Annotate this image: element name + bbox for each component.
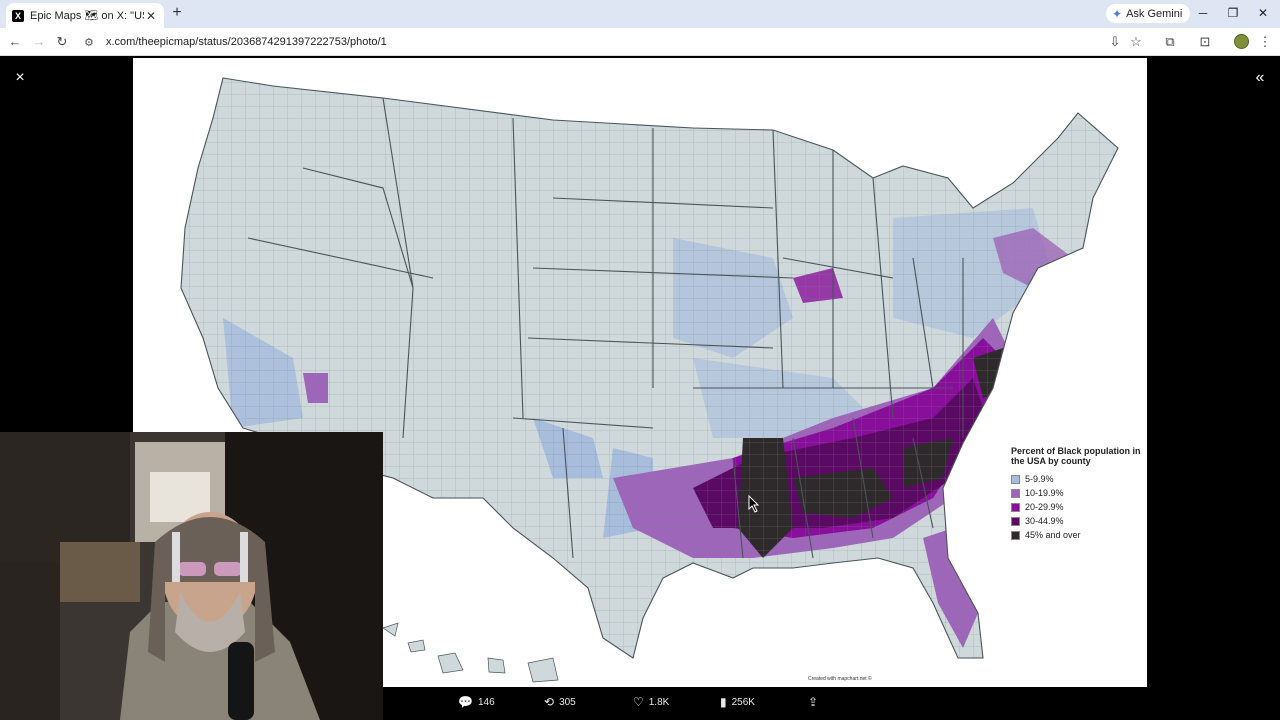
menu-kebab-icon[interactable]: ⋮	[1256, 33, 1274, 51]
browser-tab[interactable]: X Epic Maps 🗺 on X: "USA black ✕	[6, 3, 164, 28]
profile-avatar[interactable]	[1234, 34, 1249, 49]
map-credit: Created with mapchart.net ©	[808, 676, 872, 682]
browser-tab-strip: X Epic Maps 🗺 on X: "USA black ✕ + ✦ Ask…	[0, 0, 1280, 28]
legend-swatch	[1011, 502, 1020, 512]
share-button[interactable]: ⇪	[808, 695, 818, 709]
reply-icon: 💬	[458, 695, 473, 709]
collapse-sidebar-icon[interactable]: «	[1250, 68, 1270, 88]
close-window-icon[interactable]: ✕	[1253, 4, 1273, 22]
legend-swatch	[1011, 474, 1020, 484]
like-count: 1.8K	[648, 696, 670, 708]
new-tab-button[interactable]: +	[168, 4, 186, 22]
extensions-icon[interactable]: ⧉	[1161, 33, 1179, 51]
legend-item: 10-19.9%	[1011, 486, 1143, 500]
repost-count: 305	[559, 696, 576, 708]
view-count: 256K	[731, 696, 755, 708]
site-info-icon[interactable]: ⚙	[84, 36, 98, 49]
webcam-feed-image	[0, 432, 383, 720]
close-tab-icon[interactable]: ✕	[144, 9, 158, 23]
reply-button[interactable]: 💬 146	[458, 695, 495, 709]
url-text: x.com/theepicmap/status/2036874291397222…	[106, 36, 387, 48]
gemini-icon: ✦	[1112, 6, 1123, 21]
legend-item: 30-44.9%	[1011, 514, 1143, 528]
webcam-overlay	[0, 432, 383, 720]
legend-swatch	[1011, 516, 1020, 526]
bookmark-star-icon[interactable]: ☆	[1127, 33, 1145, 51]
ask-gemini-button[interactable]: ✦ Ask Gemini	[1106, 4, 1191, 23]
restore-window-icon[interactable]: ❐	[1223, 4, 1243, 22]
x-logo-icon: X	[12, 9, 24, 22]
reply-count: 146	[477, 696, 495, 708]
address-bar[interactable]: ⚙ x.com/theepicmap/status/20368742913972…	[80, 31, 1090, 53]
install-app-icon[interactable]: ⇩	[1106, 33, 1124, 51]
legend-item: 5-9.9%	[1011, 472, 1143, 486]
map-legend: Percent of Black population in the USA b…	[1011, 446, 1143, 542]
legend-title: Percent of Black population in the USA b…	[1011, 446, 1141, 466]
ask-gemini-label: Ask Gemini	[1126, 7, 1183, 20]
side-panel-icon[interactable]: ⊡	[1196, 33, 1214, 51]
tab-title: Epic Maps 🗺 on X: "USA black	[30, 10, 144, 22]
back-arrow-icon[interactable]: ←	[6, 33, 24, 51]
repost-button[interactable]: ⟲ 305	[544, 695, 576, 709]
tweet-actions-bar: 💬 146 ⟲ 305 ♡ 1.8K ▮ 256K ⇪	[440, 692, 840, 714]
legend-swatch	[1011, 488, 1020, 498]
legend-item: 20-29.9%	[1011, 500, 1143, 514]
screen: X Epic Maps 🗺 on X: "USA black ✕ + ✦ Ask…	[0, 0, 1280, 720]
close-viewer-icon[interactable]: ×	[10, 68, 30, 88]
bar-chart-icon: ▮	[720, 695, 727, 709]
repost-icon: ⟲	[544, 695, 555, 709]
legend-item: 45% and over	[1011, 528, 1143, 542]
heart-icon: ♡	[633, 695, 644, 709]
reload-icon[interactable]: ↻	[53, 33, 71, 51]
minimize-window-icon[interactable]: ─	[1193, 4, 1213, 22]
forward-arrow-icon[interactable]: →	[30, 33, 48, 51]
legend-swatch	[1011, 530, 1020, 540]
like-button[interactable]: ♡ 1.8K	[633, 695, 669, 709]
browser-toolbar: ← → ↻ ⚙ x.com/theepicmap/status/20368742…	[0, 28, 1280, 56]
share-icon: ⇪	[808, 695, 819, 709]
views-button[interactable]: ▮ 256K	[720, 695, 755, 709]
